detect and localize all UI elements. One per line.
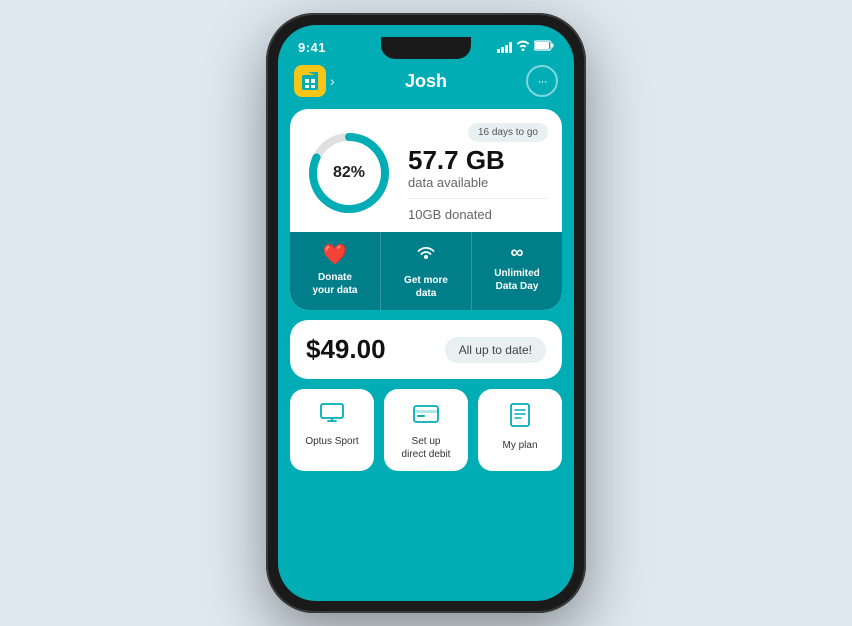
- optus-sport-tile[interactable]: Optus Sport: [290, 389, 374, 471]
- chevron-right-icon: ›: [330, 73, 335, 89]
- data-top-row: 82% 57.7 GB data available 10GB donated: [304, 123, 548, 222]
- chat-icon: ···: [538, 74, 547, 88]
- phone-notch: [381, 37, 471, 59]
- signal-icon: [497, 41, 512, 53]
- heart-icon: ❤️: [323, 242, 348, 267]
- data-info: 57.7 GB data available 10GB donated: [408, 123, 548, 222]
- bill-amount: $49.00: [306, 334, 386, 365]
- user-name: Josh: [405, 71, 447, 92]
- direct-debit-tile[interactable]: Set updirect debit: [384, 389, 468, 471]
- unlimited-data-day-button[interactable]: ∞ UnlimitedData Day: [472, 232, 562, 310]
- data-card: 16 days to go 82%: [290, 109, 562, 310]
- bill-card: $49.00 All up to date!: [290, 320, 562, 379]
- infinity-icon: ∞: [511, 242, 524, 263]
- my-plan-tile[interactable]: My plan: [478, 389, 562, 471]
- main-content: 16 days to go 82%: [278, 109, 574, 601]
- battery-icon: [534, 40, 554, 54]
- data-divider: [408, 198, 548, 199]
- plan-icon: [510, 403, 530, 433]
- direct-debit-label: Set updirect debit: [402, 435, 451, 461]
- data-available-label: data available: [408, 175, 548, 190]
- wifi-icon: [516, 40, 530, 54]
- chat-button[interactable]: ···: [526, 65, 558, 97]
- donate-label: Donateyour data: [312, 271, 357, 297]
- app-header: › Josh ···: [278, 59, 574, 109]
- action-row: ❤️ Donateyour data Get moredata: [290, 232, 562, 310]
- data-gb: 57.7 GB: [408, 147, 548, 173]
- donut-chart: 82%: [304, 128, 394, 218]
- my-plan-label: My plan: [502, 439, 537, 452]
- optus-sport-label: Optus Sport: [305, 435, 358, 448]
- bill-status: All up to date!: [445, 337, 546, 363]
- phone-frame: 9:41: [266, 13, 586, 613]
- phone-screen: 9:41: [278, 25, 574, 601]
- get-more-data-button[interactable]: Get moredata: [381, 232, 472, 310]
- tiles-row: Optus Sport Set updirect debit: [290, 389, 562, 471]
- status-icons: [497, 40, 554, 54]
- signal-wave-icon: [415, 242, 437, 270]
- donut-percentage: 82%: [333, 164, 365, 182]
- status-time: 9:41: [298, 40, 326, 55]
- card-icon: [413, 403, 439, 429]
- donate-data-button[interactable]: ❤️ Donateyour data: [290, 232, 381, 310]
- get-more-label: Get moredata: [404, 274, 448, 300]
- data-donated: 10GB donated: [408, 207, 548, 222]
- monitor-icon: [320, 403, 344, 429]
- header-left: ›: [294, 65, 335, 97]
- sim-icon-button[interactable]: [294, 65, 326, 97]
- unlimited-label: UnlimitedData Day: [494, 267, 540, 293]
